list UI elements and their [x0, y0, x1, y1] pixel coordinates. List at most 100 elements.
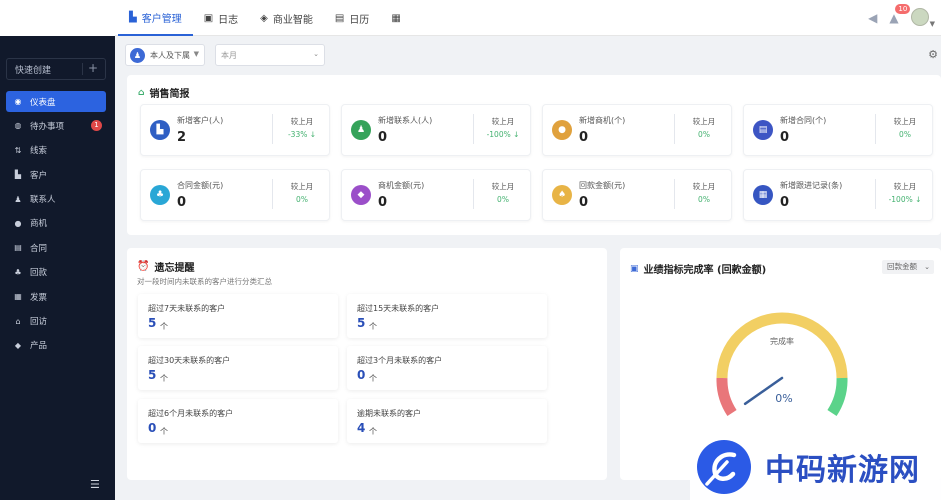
todo-badge: 1: [91, 120, 102, 132]
collapse-menu-icon[interactable]: ☰: [90, 478, 100, 491]
compare-label: 较上月: [491, 117, 515, 126]
stat-card: ♠ 回款金额(元) 0 较上月 0%: [542, 169, 732, 221]
reminder-unit: 个: [369, 427, 377, 436]
sidebar-item-invoice[interactable]: ▦ 发票: [6, 286, 106, 307]
reminder-card[interactable]: 超过6个月未联系的客户 0 个: [138, 399, 338, 443]
notify-badge: 10: [895, 4, 911, 14]
panel-title-text: 遗忘提醒: [154, 263, 195, 274]
sidebar-item-label: 仪表盘: [30, 97, 56, 108]
compare-percent: 0%: [296, 195, 308, 204]
stat-label: 商机金额(元): [378, 181, 425, 190]
stat-card: ◆ 商机金额(元) 0 较上月 0%: [341, 169, 531, 221]
brand-area: [0, 0, 115, 36]
reminder-label: 逾期未联系的客户: [357, 409, 421, 418]
nav-label: 日志: [218, 14, 239, 26]
reminder-label: 超过3个月未联系的客户: [357, 356, 443, 365]
nav-log[interactable]: ▣ 日志: [193, 0, 249, 36]
gear-icon[interactable]: ⚙: [928, 48, 938, 61]
watermark-logo: [697, 440, 751, 494]
gauge-band-high: [827, 377, 848, 417]
period-select[interactable]: 本月 ⌄: [215, 44, 325, 66]
sidebar-item-label: 待办事项: [30, 121, 65, 132]
stat-icon: ▦: [753, 185, 773, 205]
compare-label: 较上月: [692, 182, 716, 191]
divider: [272, 179, 273, 209]
visit-icon: ⌂: [15, 316, 21, 326]
kpi-select-value: 回款金额: [887, 262, 917, 271]
stat-card: ▦ 新增跟进记录(条) 0 较上月 -100% ↓: [743, 169, 933, 221]
sidebar-item-contact[interactable]: ♟ 联系人: [6, 189, 106, 210]
scope-select[interactable]: ♟ 本人及下属 ▼: [125, 44, 205, 66]
stat-label: 合同金额(元): [177, 181, 224, 190]
nav-label: 日历: [349, 14, 370, 26]
bell-icon[interactable]: ▲ 10: [889, 4, 911, 25]
compare-percent: -100% ↓: [486, 130, 520, 139]
stat-value: 0: [177, 195, 187, 210]
reminder-count: 0: [357, 368, 366, 382]
compare-label: 较上月: [893, 182, 917, 191]
nav-calendar[interactable]: ▤ 日历: [324, 0, 380, 36]
sidebar-item-visit[interactable]: ⌂ 回访: [6, 311, 106, 332]
site-watermark: 中码新游网: [690, 434, 941, 500]
sidebar-item-opportunity[interactable]: ● 商机: [6, 213, 106, 234]
reminder-count: 5: [148, 368, 157, 382]
sidebar-item-label: 联系人: [30, 195, 56, 206]
reminder-panel: ⏰ 遗忘提醒 对一段时间内未联系的客户进行分类汇总 超过7天未联系的客户 5 个超过…: [127, 248, 607, 480]
kpi-title: ▣ 业绩指标完成率 (回款金额): [630, 261, 766, 277]
watermark-logo-mark: [705, 452, 737, 486]
filter-bar: ♟ 本人及下属 ▼ 本月 ⌄: [125, 44, 325, 66]
stat-value: 0: [378, 130, 388, 145]
sidebar-item-contract[interactable]: ▤ 合同: [6, 237, 106, 258]
bi-icon: ◈: [260, 12, 268, 24]
sidebar-item-customer[interactable]: ▙ 客户: [6, 164, 106, 185]
gauge-label: 完成率: [770, 336, 794, 346]
quick-create-button[interactable]: 快速创建 +: [6, 58, 106, 80]
divider: [473, 179, 474, 209]
sidebar-item-label: 产品: [30, 341, 48, 352]
reminder-card[interactable]: 超过15天未联系的客户 5 个: [347, 294, 547, 338]
scope-value: 本人及下属: [150, 50, 190, 60]
speaker-icon[interactable]: ◀: [868, 11, 877, 25]
sidebar-item-todo[interactable]: ◍ 待办事项 1: [6, 115, 106, 136]
stat-card: ▤ 新增合同(个) 0 较上月 0%: [743, 104, 933, 156]
stat-icon: ▤: [753, 120, 773, 140]
gauge-value: 0%: [775, 392, 792, 405]
chevron-down-icon: ⌄: [924, 263, 930, 271]
sidebar-item-label: 线索: [30, 146, 48, 157]
reminder-unit: 个: [369, 322, 377, 331]
reminder-card[interactable]: 超过7天未联系的客户 5 个: [138, 294, 338, 338]
contact-icon: ♟: [14, 194, 22, 204]
reminder-card[interactable]: 逾期未联系的客户 4 个: [347, 399, 547, 443]
sidebar-item-label: 回访: [30, 317, 48, 328]
reminder-subtitle: 对一段时间内未联系的客户进行分类汇总: [137, 277, 272, 286]
reminder-label: 超过15天未联系的客户: [357, 304, 440, 313]
reminder-title: ⏰ 遗忘提醒: [137, 259, 194, 274]
sidebar-item-dashboard[interactable]: ◉ 仪表盘: [6, 91, 106, 112]
nav-bi[interactable]: ◈ 商业智能: [249, 0, 324, 36]
divider: [875, 179, 876, 209]
reminder-card[interactable]: 超过3个月未联系的客户 0 个: [347, 346, 547, 390]
gauge-band-low: [716, 377, 737, 417]
grid-icon: ▦: [391, 12, 401, 24]
stat-label: 新增跟进记录(条): [780, 181, 843, 190]
stat-icon: ◆: [351, 185, 371, 205]
stat-icon: ●: [552, 120, 572, 140]
sidebar-item-label: 商机: [30, 219, 48, 230]
sidebar-item-payment[interactable]: ♣ 回款: [6, 262, 106, 283]
stat-card: ▙ 新增客户(人) 2 较上月 -33% ↓: [140, 104, 330, 156]
reminder-card[interactable]: 超过30天未联系的客户 5 个: [138, 346, 338, 390]
stat-value: 0: [780, 195, 790, 210]
nav-customer-management[interactable]: ▙ 客户管理: [118, 0, 193, 36]
kpi-metric-select[interactable]: 回款金额 ⌄: [882, 260, 934, 274]
opportunity-icon: ●: [14, 218, 22, 228]
compare-label: 较上月: [290, 117, 314, 126]
product-icon: ◆: [14, 340, 22, 350]
customer-icon: ▙: [14, 170, 22, 180]
sidebar-item-product[interactable]: ◆ 产品: [6, 335, 106, 356]
divider: [875, 114, 876, 144]
chart-icon: ▣: [630, 263, 639, 274]
sidebar-item-leads[interactable]: ⇅ 线索: [6, 140, 106, 161]
alarm-clock-icon: ⏰: [137, 261, 150, 272]
user-menu[interactable]: ▼: [910, 7, 935, 29]
nav-apps[interactable]: ▦: [380, 0, 411, 36]
